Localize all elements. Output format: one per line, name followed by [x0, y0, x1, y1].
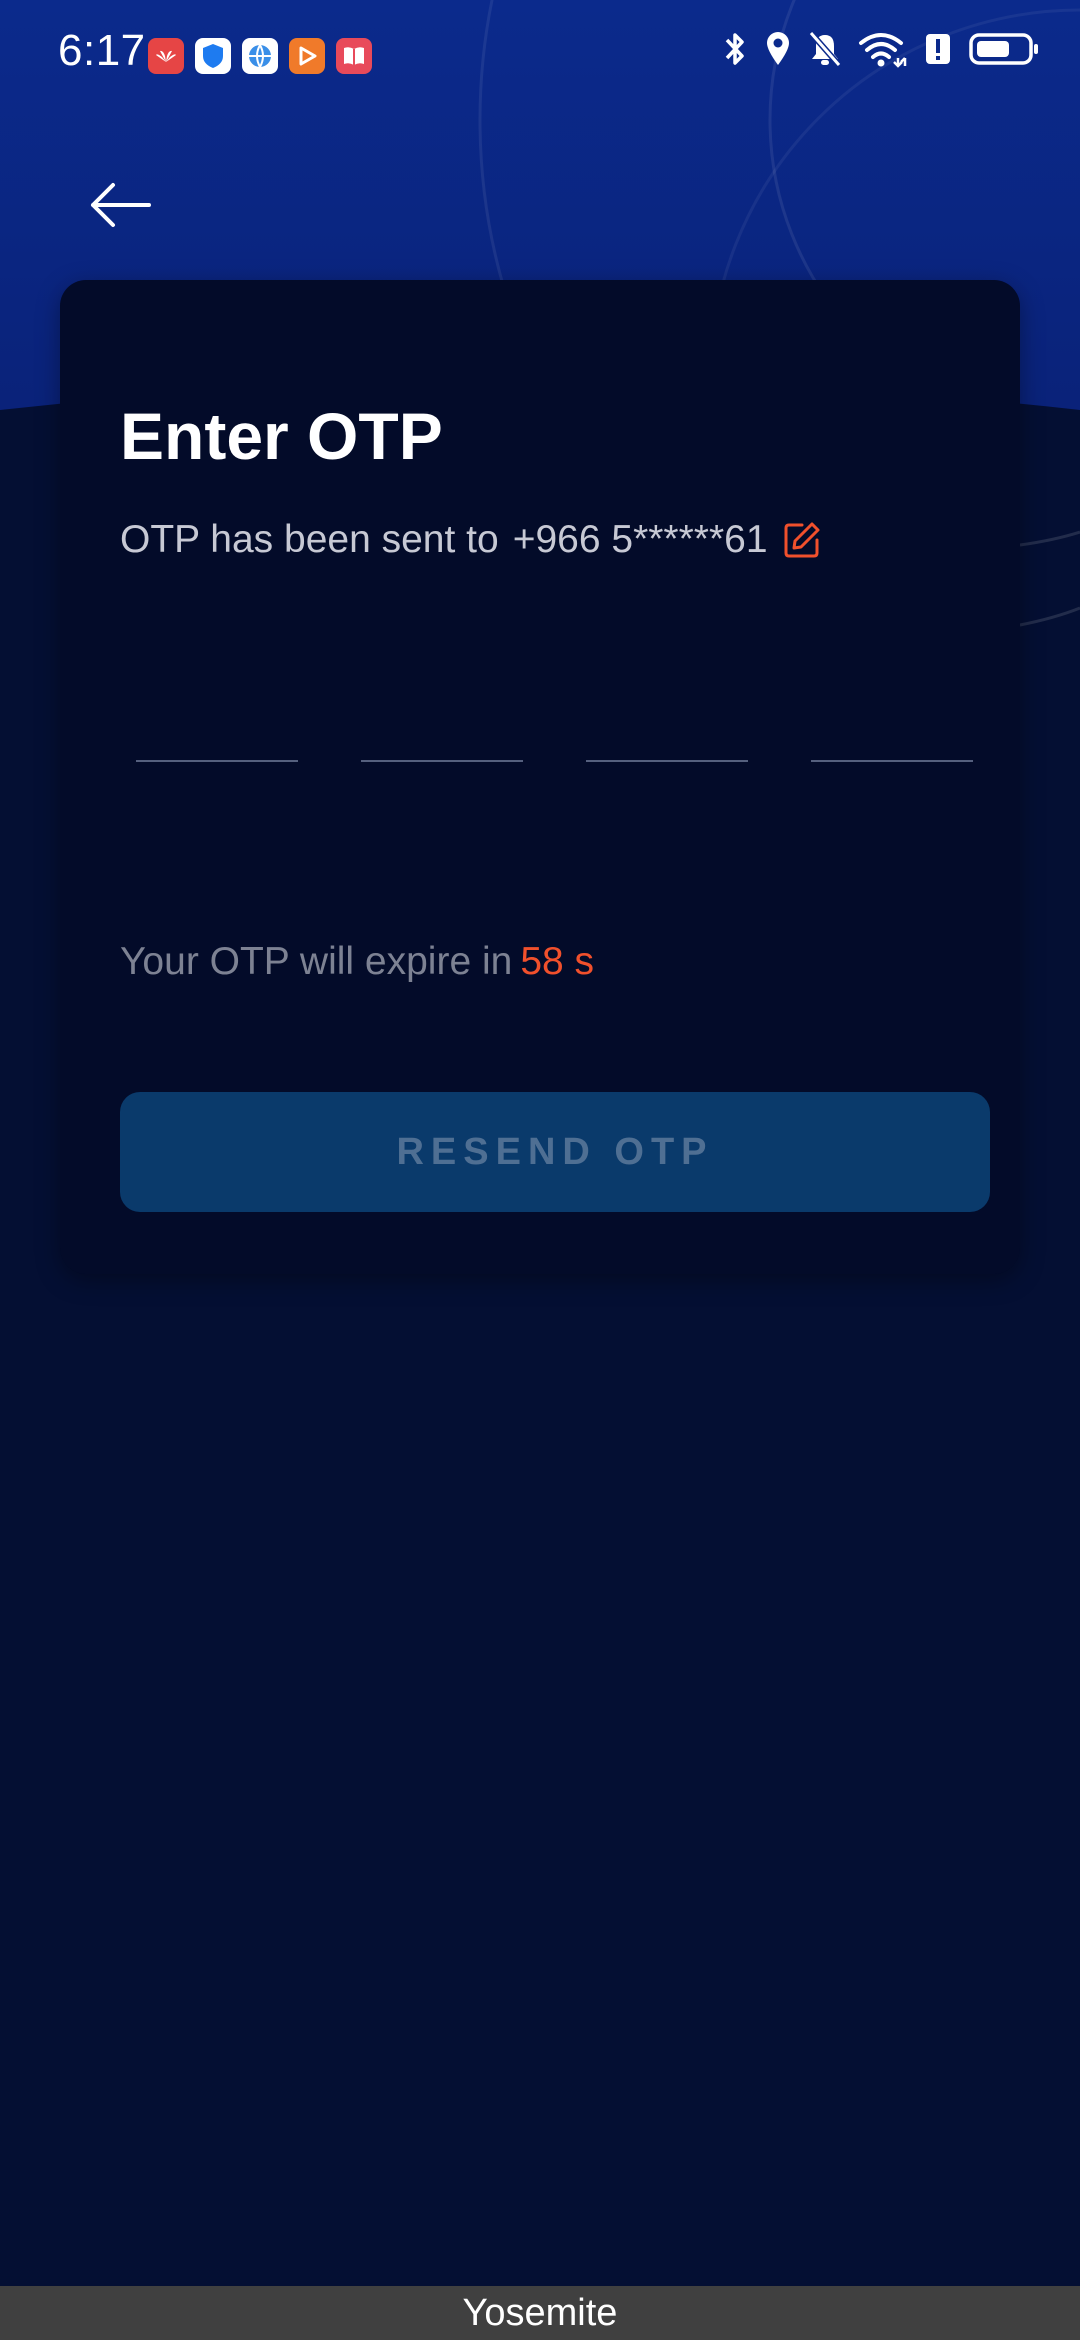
shield-app-icon — [195, 38, 231, 74]
edit-icon — [784, 522, 820, 558]
phone-number: +966 5******61 — [512, 518, 768, 561]
edit-phone-button[interactable] — [780, 518, 824, 562]
otp-card: Enter OTP OTP has been sent to +966 5***… — [60, 280, 1020, 1274]
otp-sent-message: OTP has been sent to +966 5******61 — [120, 518, 824, 562]
page-title: Enter OTP — [120, 399, 443, 473]
play-app-icon — [289, 38, 325, 74]
wifi-icon — [859, 33, 907, 68]
otp-input-group — [136, 700, 976, 762]
back-button[interactable] — [80, 170, 160, 240]
otp-digit-3[interactable] — [586, 700, 748, 762]
battery-alert-icon — [926, 34, 950, 64]
status-time: 6:17 — [58, 26, 146, 75]
system-icons — [722, 30, 1040, 68]
otp-timer: 58 s — [520, 940, 595, 983]
resend-otp-button[interactable]: RESEND OTP — [120, 1092, 990, 1212]
book-app-icon — [336, 38, 372, 74]
otp-sent-prefix: OTP has been sent to — [120, 518, 499, 561]
bottom-label: Yosemite — [462, 2291, 618, 2334]
huawei-app-icon — [148, 38, 184, 74]
bottom-label-bar: Yosemite — [0, 2286, 1080, 2340]
arrow-left-icon — [91, 183, 151, 227]
status-bar: 6:17 — [0, 0, 1080, 110]
battery-icon — [969, 33, 1038, 65]
otp-digit-1[interactable] — [136, 700, 298, 762]
bluetooth-icon — [725, 33, 744, 65]
otp-digit-2[interactable] — [361, 700, 523, 762]
otp-expiry-prefix: Your OTP will expire in — [120, 940, 513, 983]
location-icon — [767, 32, 789, 65]
globe-app-icon — [242, 38, 278, 74]
otp-expiry-message: Your OTP will expire in 58 s — [120, 940, 594, 984]
status-app-icons — [148, 38, 372, 74]
bell-off-icon — [808, 31, 842, 67]
otp-digit-4[interactable] — [811, 700, 973, 762]
